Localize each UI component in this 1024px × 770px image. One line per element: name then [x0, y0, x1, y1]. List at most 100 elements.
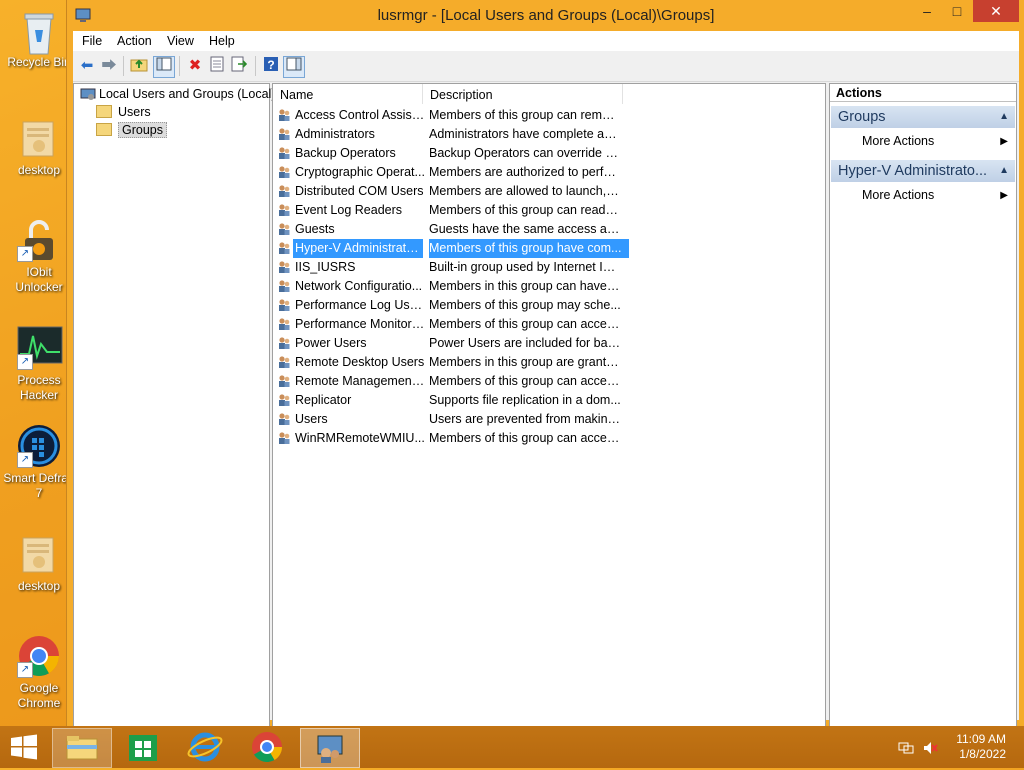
group-icon [277, 241, 291, 255]
desktop-icon-label: IObit Unlocker [15, 265, 63, 294]
network-icon[interactable] [898, 740, 914, 759]
table-row[interactable]: Guests Guests have the same access as m..… [277, 220, 621, 239]
menu-action[interactable]: Action [117, 34, 152, 48]
more-actions-hyperv[interactable]: More Actions [862, 188, 934, 202]
table-row[interactable]: Remote Desktop Users Members in this grou… [277, 353, 621, 372]
toolbar-separator [123, 56, 124, 76]
menu-view[interactable]: View [167, 34, 194, 48]
table-row[interactable]: Cryptographic Operat... Members are autho… [277, 163, 621, 182]
table-row[interactable]: Administrators Administrators have comple… [277, 125, 621, 144]
desktop-icon-desktop-2[interactable]: desktop [2, 532, 76, 594]
taskbar-chrome[interactable] [238, 728, 296, 766]
toolbar: ⬅ ⮕ ✖ ? [73, 51, 1019, 82]
start-button[interactable] [0, 728, 48, 766]
desktop-icon-desktop[interactable]: desktop [2, 116, 76, 178]
table-row[interactable]: IIS_IUSRS Built-in group used by Internet… [277, 258, 621, 277]
desktop-icon-google-chrome[interactable]: ↗ Google Chrome [2, 634, 76, 711]
group-description: Built-in group used by Internet Inf... [429, 260, 621, 274]
folder-icon [96, 105, 112, 119]
tree-item-label: Local Users and Groups (Local) [99, 87, 276, 101]
group-icon [277, 146, 291, 160]
table-row[interactable]: Distributed COM Users Members are allowed… [277, 182, 621, 201]
taskbar-store[interactable] [114, 728, 172, 766]
collapse-up-icon[interactable]: ▲ [999, 160, 1009, 182]
table-row[interactable]: Replicator Supports file replication in a… [277, 391, 621, 410]
collapse-up-icon[interactable]: ▲ [999, 106, 1009, 128]
table-row[interactable]: Performance Log Users Members of this gro… [277, 296, 621, 315]
export-list-icon[interactable] [229, 56, 249, 76]
desktop-icon-label: desktop [17, 579, 61, 593]
table-row[interactable]: Access Control Assist... Members of this … [277, 106, 621, 125]
table-row[interactable]: Power Users Power Users are included for … [277, 334, 621, 353]
volume-muted-icon[interactable] [922, 740, 938, 759]
actions-section-hyperv[interactable]: Hyper-V Administrato... ▲ [831, 160, 1015, 182]
store-icon [129, 735, 157, 761]
menu-file[interactable]: File [82, 34, 102, 48]
window-title: lusrmgr - [Local Users and Groups (Local… [377, 7, 715, 24]
show-hide-tree-icon[interactable] [153, 56, 175, 78]
properties-icon[interactable] [207, 56, 227, 76]
groups-list: Name Description Access Control Assist..… [272, 83, 826, 727]
group-name: Users [295, 412, 328, 426]
table-row[interactable]: WinRMRemoteWMIU... Members of this group … [277, 429, 621, 448]
group-description: Members in this group can have s... [429, 279, 621, 293]
toolbar-separator [179, 56, 180, 76]
table-row[interactable]: Backup Operators Backup Operators can ove… [277, 144, 621, 163]
group-description: Members of this group may sche... [429, 298, 621, 312]
taskbar-internet-explorer[interactable] [176, 728, 234, 766]
process-hacker-icon: ↗ [17, 326, 63, 370]
maximize-button[interactable]: □ [943, 0, 971, 22]
clock[interactable]: 11:09 AM 1/8/2022 [956, 732, 1006, 762]
show-hide-action-pane-icon[interactable] [283, 56, 305, 78]
table-row[interactable]: Users Users are prevented from making ... [277, 410, 621, 429]
table-row[interactable]: Remote Management... Members of this grou… [277, 372, 621, 391]
group-description: Members are allowed to launch, a... [429, 184, 621, 198]
back-icon[interactable]: ⬅ [77, 56, 97, 76]
title-bar[interactable]: lusrmgr - [Local Users and Groups (Local… [67, 0, 1024, 31]
group-name: Backup Operators [295, 146, 396, 160]
forward-icon[interactable]: ⮕ [99, 56, 119, 76]
up-folder-icon[interactable] [129, 56, 149, 76]
console-tree: Local Users and Groups (Local) Users Gro… [73, 83, 275, 727]
desktop-icon-process-hacker[interactable]: ↗ Process Hacker [2, 326, 76, 403]
column-header-name[interactable]: Name [273, 84, 423, 104]
start-icon [11, 734, 37, 760]
desktop-icon-smart-defrag[interactable]: ↗ Smart Defrag 7 [2, 424, 76, 501]
table-row[interactable]: Performance Monitor ... Members of this g… [277, 315, 621, 334]
help-icon[interactable]: ? [261, 56, 281, 76]
group-icon [277, 374, 291, 388]
group-description: Administrators have complete an... [429, 127, 621, 141]
more-actions-groups[interactable]: More Actions [862, 134, 934, 148]
taskbar-lusrmgr[interactable] [300, 728, 360, 768]
tree-item-groups[interactable]: Groups [96, 122, 167, 139]
table-row[interactable]: Network Configuratio... Members in this g… [277, 277, 621, 296]
shortcut-arrow-icon: ↗ [17, 662, 33, 678]
group-name: Power Users [295, 336, 367, 350]
group-name: Network Configuratio... [295, 279, 423, 293]
group-description: Members of this group can acces... [429, 374, 621, 388]
menu-help[interactable]: Help [209, 34, 235, 48]
column-header-description[interactable]: Description [423, 84, 623, 104]
lock-icon: ↗ [17, 218, 61, 262]
table-row[interactable]: Hyper-V Administrators Members of this gr… [277, 239, 629, 258]
tree-item-label: Groups [118, 122, 167, 138]
group-icon [277, 203, 291, 217]
close-button[interactable]: ✕ [973, 0, 1019, 22]
folder-icon [96, 123, 112, 137]
svg-text:?: ? [267, 58, 274, 72]
group-description: Members are authorized to perfor... [429, 165, 621, 179]
folder-icon [17, 532, 61, 576]
tree-item-users[interactable]: Users [96, 104, 151, 121]
taskbar-file-explorer[interactable] [52, 728, 112, 768]
desktop-icon-iobit-unlocker[interactable]: ↗ IObit Unlocker [2, 218, 76, 295]
internet-explorer-icon [187, 732, 223, 762]
table-row[interactable]: Event Log Readers Members of this group c… [277, 201, 621, 220]
tree-item-root[interactable]: Local Users and Groups (Local) [80, 86, 275, 103]
desktop-icon-recycle-bin[interactable]: Recycle Bin [2, 8, 76, 70]
desktop-icon-label: Recycle Bin [7, 55, 71, 69]
chrome-icon [252, 732, 282, 763]
delete-icon[interactable]: ✖ [185, 56, 205, 76]
minimize-button[interactable]: – [913, 0, 941, 22]
actions-section-groups[interactable]: Groups ▲ [831, 106, 1015, 128]
desktop-icon-label: Google Chrome [17, 681, 61, 710]
